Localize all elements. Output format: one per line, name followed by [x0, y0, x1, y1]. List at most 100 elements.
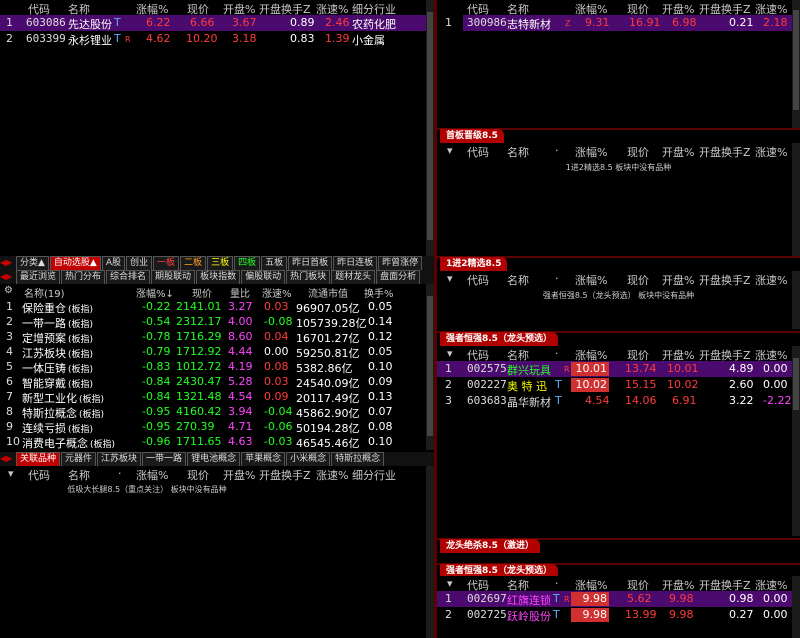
tab-yesterday-consecutive[interactable]: 昨日连板	[333, 256, 378, 270]
scrollbar[interactable]	[426, 466, 434, 638]
col-turn[interactable]: 开盘换手Z	[259, 467, 311, 483]
col-turn[interactable]: 开盘换手Z	[699, 272, 751, 288]
settings-icon[interactable]: ▾	[447, 577, 453, 590]
table-row[interactable]: 2 一带一路 (板指) -0.54 2312.17 4.00 -0.08 105739.28亿…	[0, 314, 434, 330]
col-code[interactable]: 代码	[467, 272, 489, 288]
tab-stock-link[interactable]: 偏股联动	[241, 270, 286, 284]
tab-board-5[interactable]: 五板	[261, 256, 288, 270]
tab-board-4[interactable]: 四板	[234, 256, 261, 270]
table-row[interactable]: 2 603399 永杉锂业 T R 4.62 10.20 3.18 0.83 1…	[0, 31, 434, 47]
table-row[interactable]: 10 消费电子概念 (板指) -0.96 1711.65 4.63 -0.03 46545.4…	[0, 434, 434, 450]
tab-chinext[interactable]: 创业	[126, 256, 153, 270]
table-row[interactable]: 1 603086 先达股份 T 6.22 6.66 3.67 0.89 2.46…	[0, 15, 434, 31]
section-tag-shouban[interactable]: 首板晋级8.5	[440, 129, 504, 143]
col-dot[interactable]: ·	[555, 272, 559, 285]
tab-board-1[interactable]: 一板	[153, 256, 180, 270]
scrollbar[interactable]	[792, 0, 800, 128]
scrollbar[interactable]	[792, 346, 800, 536]
col-speed[interactable]: 涨速%	[755, 272, 787, 288]
settings-icon[interactable]: ▾	[8, 467, 14, 480]
tab-apple[interactable]: 苹果概念	[241, 452, 286, 466]
col-price[interactable]: 现价	[627, 272, 649, 288]
table-row[interactable]: 1 保险重仓 (板指) -0.22 2141.01 3.27 0.03 96907.05亿 0.…	[0, 299, 434, 315]
section-tag-jinji[interactable]: 1进2精选8.5	[440, 257, 508, 271]
col-open[interactable]: 开盘%	[662, 144, 694, 160]
table-row[interactable]: 3 定增预案 (板指) -0.78 1716.29 8.60 0.04 16701.27亿 0.…	[0, 329, 434, 345]
scrollbar[interactable]	[426, 0, 434, 256]
tab-xiaomi[interactable]: 小米概念	[286, 452, 331, 466]
gear-icon[interactable]: ⚙	[4, 285, 13, 296]
col-cap[interactable]: 流通市值	[308, 285, 348, 300]
section-tag-qiangzhe[interactable]: 强者恒强8.5（龙头预选）	[440, 332, 558, 346]
tab-hot-sector[interactable]: 热门板块	[286, 270, 331, 284]
col-name[interactable]: 名称(19)	[24, 285, 65, 300]
col-industry[interactable]: 细分行业	[352, 467, 396, 483]
table-row[interactable]: 9 连续亏损 (板指) -0.95 270.39 4.71 -0.06 50194.28亿 0.…	[0, 419, 434, 435]
tab-sector-index[interactable]: 板块指数	[196, 270, 241, 284]
tab-theme-leader[interactable]: 题材龙头	[331, 270, 376, 284]
tab-market-analysis[interactable]: 盘面分析	[376, 270, 421, 284]
tab-auto-select[interactable]: 自动选股▲	[49, 256, 101, 270]
col-volratio[interactable]: 量比	[230, 285, 250, 300]
arrow-left-right-icon[interactable]: ◀▶	[0, 256, 16, 269]
col-chg[interactable]: 涨幅%↓	[136, 285, 174, 300]
table-row[interactable]: 7 新型工业化 (板指) -0.84 1321.48 4.54 0.09 20117.49亿 0…	[0, 389, 434, 405]
col-chg[interactable]: 涨幅%	[575, 272, 607, 288]
scrollbar[interactable]	[792, 271, 800, 329]
col-name[interactable]: 名称	[507, 144, 529, 160]
table-row[interactable]: 4 江苏板块 (板指) -0.79 1712.92 4.44 0.00 59250.81亿 0.…	[0, 344, 434, 360]
col-dot[interactable]: ·	[118, 467, 122, 480]
settings-icon[interactable]: ▾	[447, 144, 453, 157]
section-tag-longtou[interactable]: 龙头绝杀8.5（激进）	[440, 539, 540, 553]
tab-lithium[interactable]: 锂电池概念	[187, 452, 241, 466]
tab-recent[interactable]: 最近浏览	[16, 270, 61, 284]
tab-a-shares[interactable]: A股	[101, 256, 126, 270]
col-code[interactable]: 代码	[467, 144, 489, 160]
tab-related[interactable]: 关联品种	[16, 452, 61, 466]
col-speed[interactable]: 涨速%	[316, 467, 348, 483]
tab-jiangsu[interactable]: 江苏板块	[97, 452, 142, 466]
table-row[interactable]: 2 002725 跃岭股份 T 9.98 13.99 9.98 0.27 0.0…	[437, 607, 800, 623]
scrollbar[interactable]	[426, 284, 434, 450]
col-speed[interactable]: 涨速%	[262, 285, 292, 300]
col-name[interactable]: 名称	[68, 467, 90, 483]
table-row[interactable]: 1 002697 红旗连锁 T R 9.98 5.62 9.98 0.98 0.…	[437, 591, 800, 607]
col-chg[interactable]: 涨幅%	[136, 467, 168, 483]
table-row[interactable]: 1 300986 志特新材 Z 9.31 16.91 6.98 0.21 2.1…	[437, 15, 800, 31]
tab-futures[interactable]: 期股联动	[151, 270, 196, 284]
table-row[interactable]: 8 特斯拉概念 (板指) -0.95 4160.42 3.94 -0.04 45862.90亿…	[0, 404, 434, 420]
tab-belt-road[interactable]: 一带一路	[142, 452, 187, 466]
col-turn[interactable]: 开盘换手Z	[699, 144, 751, 160]
col-open[interactable]: 开盘%	[223, 467, 255, 483]
table-row[interactable]: 6 智能穿戴 (板指) -0.84 2430.47 5.28 0.03 24540.09亿 0.…	[0, 374, 434, 390]
table-row[interactable]: 1 002575 群兴玩具 R 10.01 13.74 10.01 4.89 0…	[437, 361, 800, 377]
col-dot[interactable]: ·	[555, 347, 559, 360]
col-open[interactable]: 开盘%	[662, 272, 694, 288]
arrow-left-right-icon[interactable]: ◀▶	[0, 452, 16, 465]
tab-hot-dist[interactable]: 热门分布	[61, 270, 106, 284]
col-turn[interactable]: 换手%	[364, 285, 394, 300]
scrollbar[interactable]	[792, 143, 800, 256]
settings-icon[interactable]: ▾	[447, 272, 453, 285]
tab-board-2[interactable]: 二板	[180, 256, 207, 270]
col-name[interactable]: 名称	[507, 272, 529, 288]
col-price[interactable]: 现价	[187, 467, 209, 483]
col-chg[interactable]: 涨幅%	[575, 144, 607, 160]
table-row[interactable]: 2 002227 奥 特 迅 T 10.02 15.15 10.02 2.60 …	[437, 377, 800, 393]
tab-components[interactable]: 元器件	[61, 452, 97, 466]
col-dot[interactable]: ·	[555, 577, 559, 590]
col-price[interactable]: 现价	[627, 144, 649, 160]
table-row[interactable]: 3 603683 晶华新材 T 4.54 14.06 6.91 3.22 -2.…	[437, 393, 800, 409]
arrow-left-right-icon[interactable]: ◀▶	[0, 270, 16, 283]
settings-icon[interactable]: ▾	[447, 347, 453, 360]
tab-category[interactable]: 分类▲	[16, 256, 49, 270]
col-price[interactable]: 现价	[192, 285, 212, 300]
col-speed[interactable]: 涨速%	[755, 144, 787, 160]
scrollbar[interactable]	[792, 576, 800, 638]
tab-rank[interactable]: 综合排名	[106, 270, 151, 284]
tab-tesla[interactable]: 特斯拉概念	[331, 452, 385, 466]
col-code[interactable]: 代码	[28, 467, 50, 483]
tab-board-3[interactable]: 三板	[207, 256, 234, 270]
tab-yesterday-limit[interactable]: 昨曾涨停	[378, 256, 423, 270]
table-row[interactable]: 5 一体压铸 (板指) -0.83 1012.72 4.19 0.08 5382.86亿 0.1…	[0, 359, 434, 375]
